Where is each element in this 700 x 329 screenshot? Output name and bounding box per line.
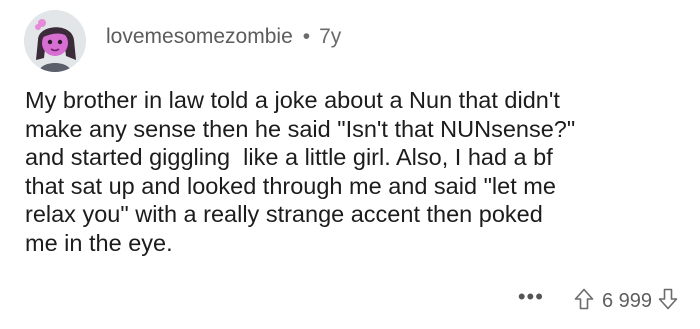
comment-body: My brother in law told a joke about a Nu… [25,87,576,256]
comment-actions: ••• 6 999 [518,286,678,316]
comment-meta: lovemesomezombie • 7y [106,22,341,52]
avatar-icon [24,10,86,72]
meta-separator: • [302,25,311,48]
more-options-button[interactable]: ••• [518,286,544,308]
user-avatar[interactable] [24,10,86,72]
vote-count: 6 999 [601,289,652,312]
comment-card: lovemesomezombie • 7y My brother in law … [0,0,700,329]
upvote-arrow-icon[interactable] [574,288,594,315]
downvote-arrow-icon[interactable] [658,288,678,315]
comment-age: 7y [319,25,342,48]
username-link[interactable]: lovemesomezombie [106,25,293,49]
